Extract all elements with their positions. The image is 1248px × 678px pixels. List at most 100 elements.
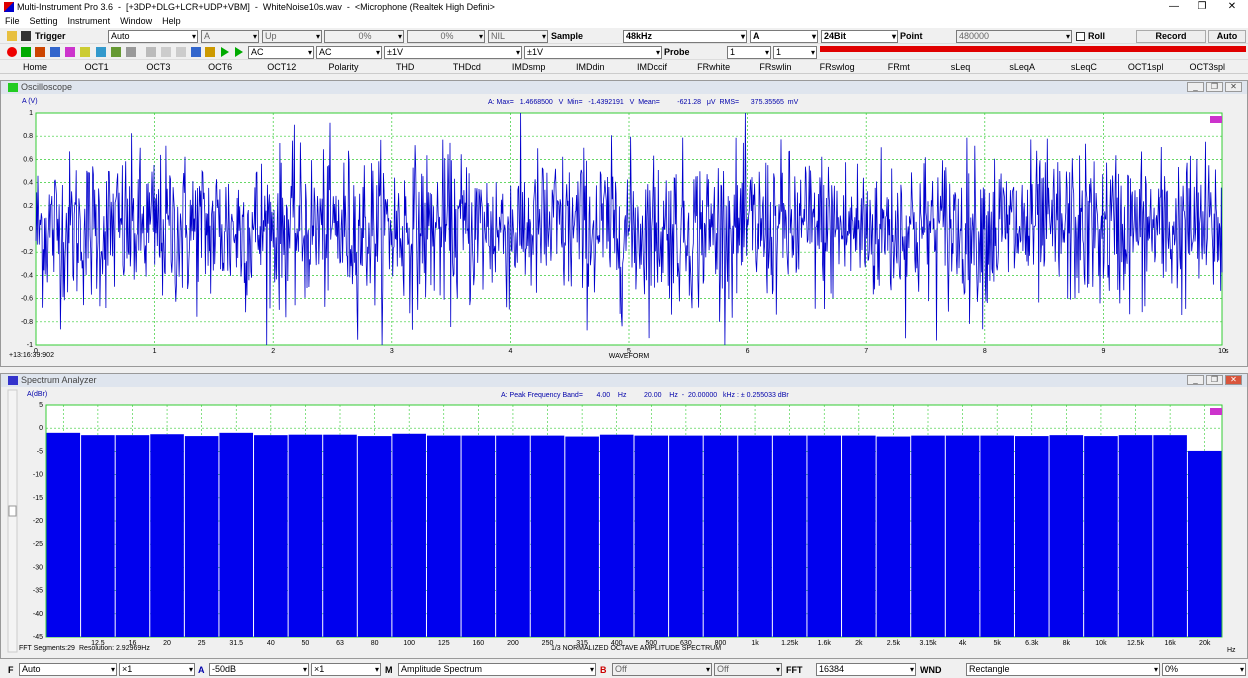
range-b-select[interactable]: ±1V	[524, 46, 662, 59]
spec-ytick: -35	[33, 588, 43, 595]
menu-window[interactable]: Window	[115, 16, 157, 26]
osc-stats: A: Max= 1.4668500 V Min= -1.4392191 V Me…	[488, 99, 799, 106]
open-folder-icon[interactable]	[7, 31, 17, 41]
points-select[interactable]: 480000	[956, 30, 1072, 43]
spectrum-plot[interactable]: 50-5-10-15-20-25-30-35-40-4512.5 16 20 25 31…	[1, 388, 1247, 659]
spec-xtick: 20	[163, 640, 171, 647]
osc-xtick: 3	[390, 348, 394, 355]
a-zoom-select[interactable]: ×1	[311, 663, 381, 676]
spec-minimize-button[interactable]: _	[1187, 375, 1204, 385]
close-button[interactable]: ✕	[1218, 0, 1246, 14]
generator-icon[interactable]	[96, 47, 106, 57]
coupling-b-select[interactable]: AC	[316, 46, 382, 59]
b-label: B	[600, 665, 607, 675]
b-mode-select[interactable]: Off	[612, 663, 712, 676]
oscilloscope-plot[interactable]: 10.80.60.40.20-0.2-0.4-0.6-0.8-10 1 2 3 4 5 6 7…	[1, 95, 1247, 367]
spec-bar-125	[426, 435, 461, 637]
save-icon[interactable]	[21, 31, 31, 41]
dds-icon[interactable]	[111, 47, 121, 57]
osc-close-button[interactable]: ✕	[1225, 82, 1242, 92]
fft-size-select[interactable]: 16384	[816, 663, 916, 676]
tab-imdccif[interactable]: IMDccif	[623, 62, 681, 72]
roll-checkbox[interactable]	[1076, 32, 1085, 41]
tab-oct1spl[interactable]: OCT1spl	[1117, 62, 1175, 72]
maximize-button[interactable]: ❐	[1188, 0, 1216, 14]
nil-select[interactable]: NIL	[488, 30, 548, 43]
m-mode-select[interactable]: Amplitude Spectrum	[398, 663, 596, 676]
window-function-select[interactable]: Rectangle	[966, 663, 1160, 676]
window-title: Multi-Instrument Pro 3.6 - [+3DP+DLG+LCR…	[17, 2, 495, 12]
meter-icon[interactable]	[80, 47, 90, 57]
tab-frswlin[interactable]: FRswlin	[746, 62, 804, 72]
osc-restore-button[interactable]: ❐	[1206, 82, 1223, 92]
tab-imdsmp[interactable]: IMDsmp	[500, 62, 558, 72]
spec-restore-button[interactable]: ❐	[1206, 375, 1223, 385]
f-zoom-select[interactable]: ×1	[119, 663, 195, 676]
channel-select[interactable]: A	[750, 30, 818, 43]
tab-imddin[interactable]: IMDdin	[561, 62, 619, 72]
tab-home[interactable]: Home	[6, 62, 64, 72]
spectrum-icon[interactable]	[35, 47, 45, 57]
probe-a-select[interactable]: 1	[727, 46, 771, 59]
tab-frmt[interactable]: FRmt	[870, 62, 928, 72]
bits-select[interactable]: 24Bit	[821, 30, 898, 43]
tab-thd[interactable]: THD	[376, 62, 434, 72]
menu-help[interactable]: Help	[157, 16, 186, 26]
calibrate-icon[interactable]	[126, 47, 136, 57]
tab-thdcd[interactable]: THDcd	[438, 62, 496, 72]
spec-xtick: 125	[438, 640, 450, 647]
coupling-a-select[interactable]: AC	[248, 46, 314, 59]
menu-instrument[interactable]: Instrument	[63, 16, 116, 26]
spec-vertical-scrollbar[interactable]	[7, 389, 18, 653]
sample-rate-select[interactable]: 48kHz	[623, 30, 747, 43]
play-icon[interactable]	[221, 47, 229, 57]
tab-frwhite[interactable]: FRwhite	[685, 62, 743, 72]
spec-bar-100	[392, 433, 426, 637]
bottom-toolbar: F Auto ×1 A -50dB ×1 M Amplitude Spectru…	[0, 661, 1248, 678]
minimize-button[interactable]: —	[1160, 0, 1188, 14]
spectrogram-icon[interactable]	[65, 47, 75, 57]
wrench-icon[interactable]	[205, 47, 215, 57]
tab-sleqc[interactable]: sLeqC	[1055, 62, 1113, 72]
a-label: A	[198, 665, 205, 675]
osc-ytick: 0.2	[23, 203, 33, 210]
b-mode2-select[interactable]: Off	[714, 663, 782, 676]
tab-oct3[interactable]: OCT3	[129, 62, 187, 72]
cursor-b-icon[interactable]	[176, 47, 186, 57]
menu-file[interactable]: File	[0, 16, 25, 26]
probe-b-select[interactable]: 1	[773, 46, 817, 59]
osc-minimize-button[interactable]: _	[1187, 82, 1204, 92]
trigger-mode-select[interactable]: Auto	[108, 30, 198, 43]
osc-xtick: 4	[508, 348, 512, 355]
oscilloscope-icon[interactable]	[21, 47, 31, 57]
cursor-a-icon[interactable]	[161, 47, 171, 57]
auto-button[interactable]: Auto	[1208, 30, 1246, 43]
tab-oct3spl[interactable]: OCT3spl	[1178, 62, 1236, 72]
tab-oct1[interactable]: OCT1	[68, 62, 126, 72]
trigger-level-field[interactable]: 0%	[324, 30, 404, 43]
trigger-edge-select[interactable]: Up	[262, 30, 322, 43]
tab-polarity[interactable]: Polarity	[315, 62, 373, 72]
menu-setting[interactable]: Setting	[25, 16, 63, 26]
a-range-select[interactable]: -50dB	[209, 663, 309, 676]
tab-oct6[interactable]: OCT6	[191, 62, 249, 72]
grid-icon[interactable]	[50, 47, 60, 57]
osc-ytick: 0.8	[23, 133, 33, 140]
trigger-channel-select[interactable]: A	[201, 30, 259, 43]
spec-close-button[interactable]: ✕	[1225, 375, 1242, 385]
tab-sleqa[interactable]: sLeqA	[993, 62, 1051, 72]
play-once-icon[interactable]	[235, 47, 243, 57]
spec-bar-2.5k	[876, 436, 911, 637]
overlap-select[interactable]: 0%	[1162, 663, 1246, 676]
tab-oct12[interactable]: OCT12	[253, 62, 311, 72]
probe-icon[interactable]	[191, 47, 201, 57]
print-icon[interactable]	[146, 47, 156, 57]
spec-scroll-thumb[interactable]	[8, 505, 17, 517]
tab-sleq[interactable]: sLeq	[932, 62, 990, 72]
range-a-select[interactable]: ±1V	[384, 46, 522, 59]
record-icon[interactable]	[7, 47, 17, 57]
record-button[interactable]: Record	[1136, 30, 1206, 43]
trigger-pre-field[interactable]: 0%	[407, 30, 485, 43]
tab-frswlog[interactable]: FRswlog	[808, 62, 866, 72]
f-mode-select[interactable]: Auto	[19, 663, 117, 676]
